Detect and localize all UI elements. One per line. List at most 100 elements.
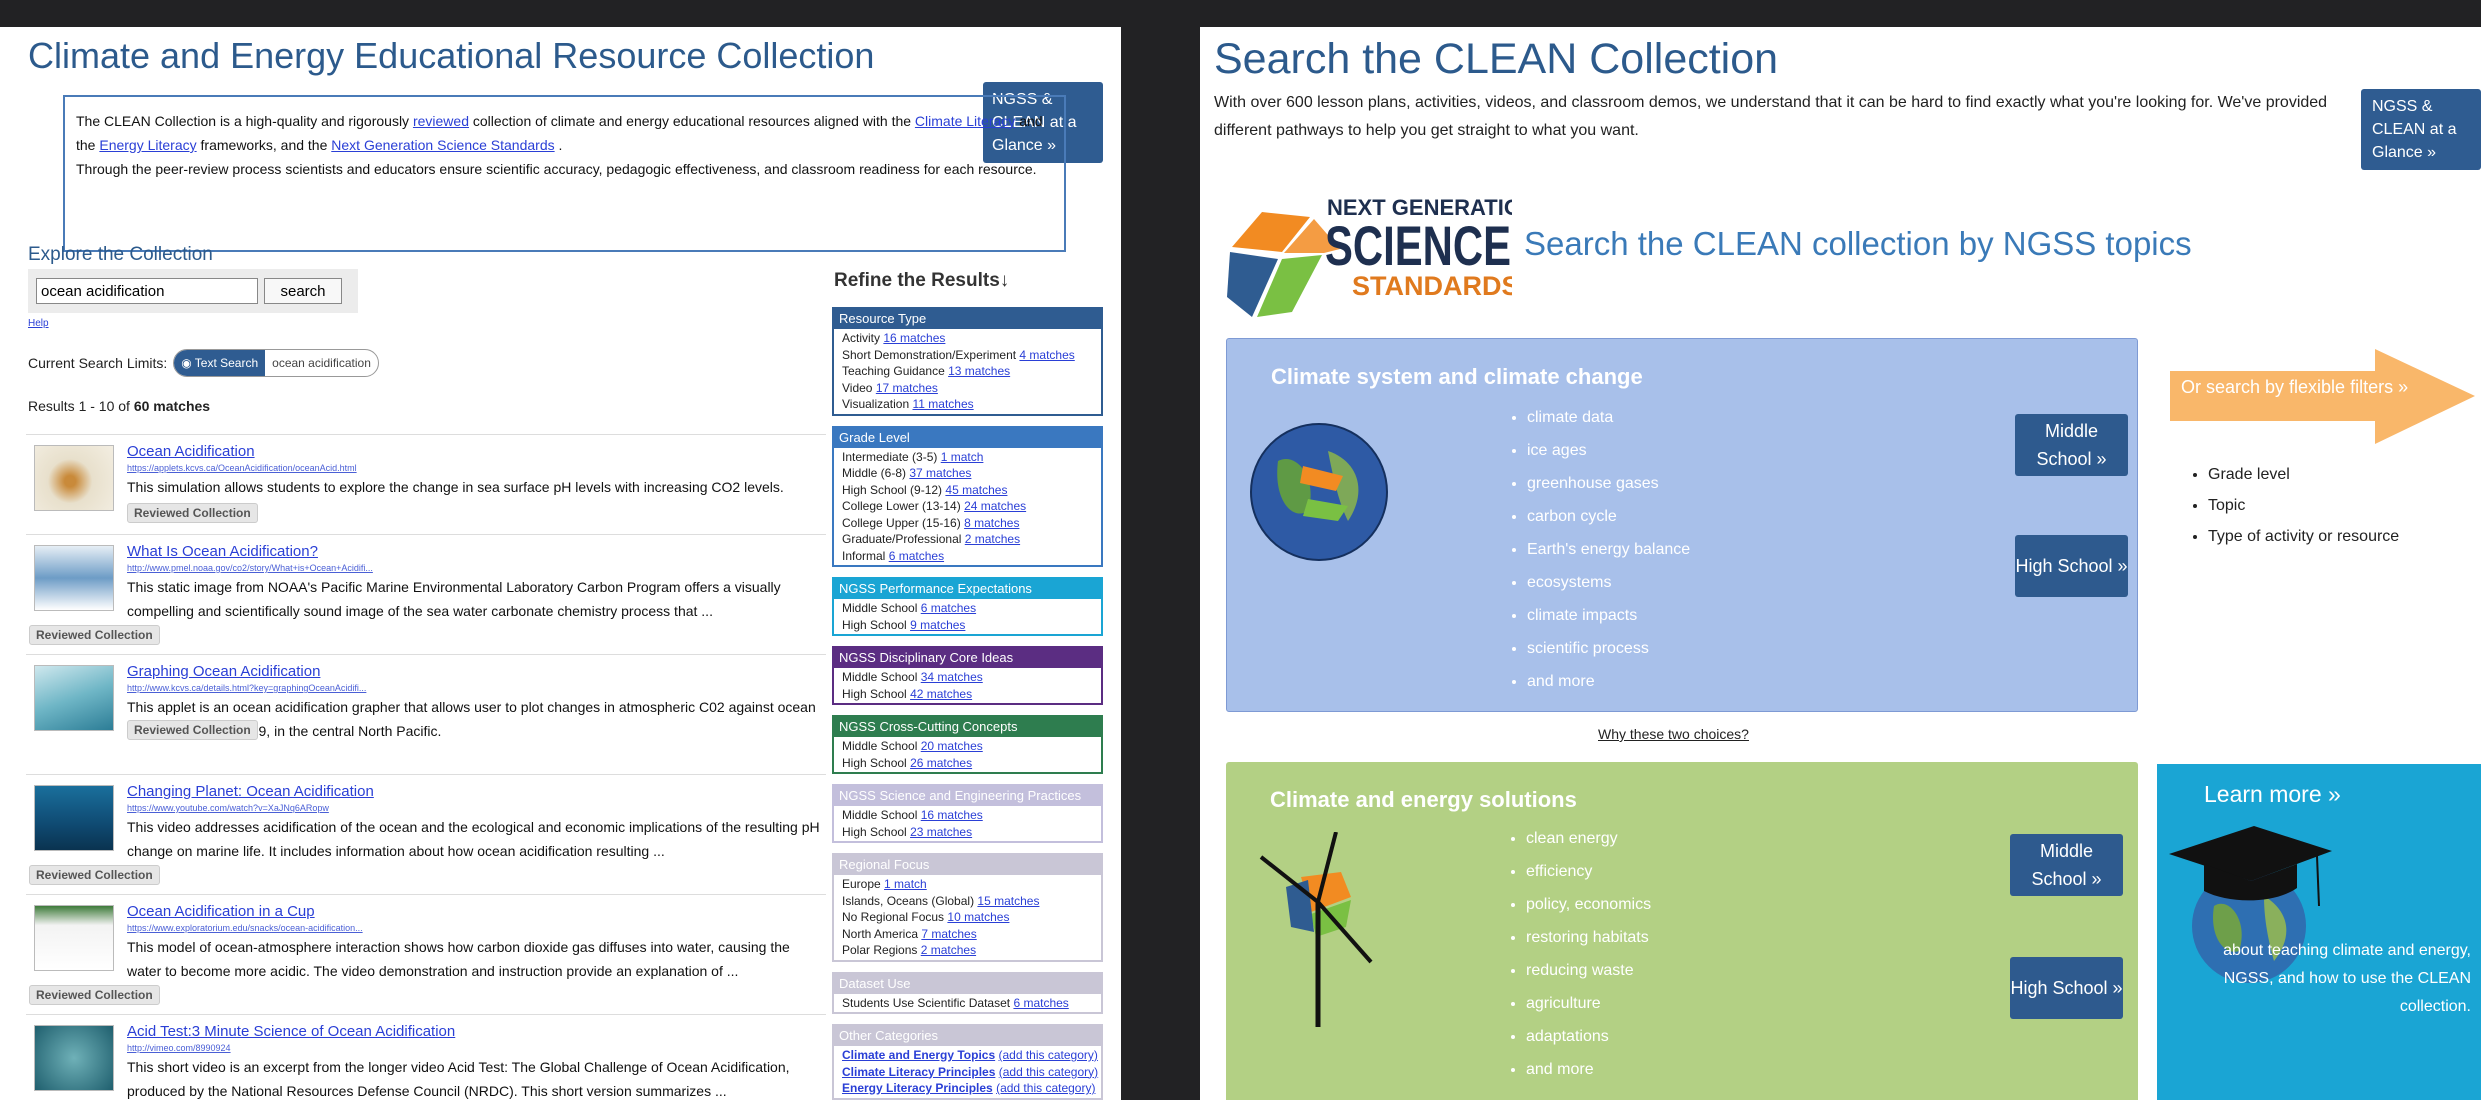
result-item: Graphing Ocean Acidification http://www.… <box>26 654 826 774</box>
radio-icon: ◉ <box>181 356 192 370</box>
result-title[interactable]: Acid Test:3 Minute Science of Ocean Acid… <box>127 1023 455 1040</box>
facet-match-link[interactable]: 17 matches <box>876 381 938 395</box>
intro-text: Through the peer-review process scientis… <box>76 161 1037 177</box>
facet-match-link[interactable]: 42 matches <box>910 687 972 701</box>
result-description: This model of ocean-atmosphere interacti… <box>127 939 790 979</box>
facet-item: No Regional Focus 10 matches <box>842 910 1010 924</box>
result-url[interactable]: http://vimeo.com/8990924 <box>127 1043 231 1053</box>
result-thumbnail[interactable] <box>34 785 114 851</box>
facet-group: Resource Type Activity 16 matches Short De… <box>832 307 1103 416</box>
facet-match-link[interactable]: 15 matches <box>977 894 1039 908</box>
list-item: policy, economics <box>1526 888 1651 921</box>
facet-match-link[interactable]: (add this category) <box>999 1065 1098 1079</box>
facet-match-link[interactable]: 26 matches <box>910 756 972 770</box>
facet-match-link[interactable]: 10 matches <box>947 910 1009 924</box>
search-limit-chip[interactable]: ◉ Text Search ocean acidification <box>173 349 379 377</box>
list-item: agriculture <box>1526 987 1651 1020</box>
result-url[interactable]: https://applets.kcvs.ca/OceanAcidificati… <box>127 463 357 473</box>
facet-match-link[interactable]: (add this category) <box>996 1081 1095 1095</box>
facet-match-link[interactable]: 24 matches <box>964 499 1026 513</box>
middle-school-button[interactable]: Middle School » <box>2010 834 2123 896</box>
high-school-button[interactable]: High School » <box>2015 535 2128 597</box>
collection-panel: Climate and Energy Educational Resource … <box>0 27 1121 1100</box>
facet-match-link[interactable]: 34 matches <box>921 670 983 684</box>
list-item: Type of activity or resource <box>2208 521 2399 552</box>
facet-item: High School 9 matches <box>842 617 966 632</box>
facet-match-link[interactable]: 6 matches <box>921 601 976 615</box>
list-item: Grade level <box>2208 459 2399 490</box>
facet-match-link[interactable]: 2 matches <box>921 943 976 957</box>
result-thumbnail[interactable] <box>34 445 114 511</box>
facet-match-link[interactable]: 8 matches <box>964 516 1019 530</box>
result-title[interactable]: Graphing Ocean Acidification <box>127 663 320 680</box>
result-item: What Is Ocean Acidification? http://www.… <box>26 534 826 654</box>
ngss-logo: NEXT GENERATION SCIENCE STANDARDS <box>1227 195 1512 317</box>
list-item: climate impacts <box>1527 599 1690 632</box>
facet-match-link[interactable]: 23 matches <box>910 825 972 839</box>
result-thumbnail[interactable] <box>34 545 114 611</box>
flexible-filters-label[interactable]: Or search by flexible filters » <box>2181 377 2441 398</box>
result-thumbnail[interactable] <box>34 1025 114 1091</box>
results-count: Results 1 - 10 of 60 matches <box>28 398 211 414</box>
facet-match-link[interactable]: 16 matches <box>921 808 983 822</box>
facet-group: NGSS Science and Engineering Practices Mi… <box>832 784 1103 843</box>
ngss-glance-button[interactable]: NGSS & CLEAN at a Glance » <box>2361 89 2481 170</box>
why-two-choices-link[interactable]: Why these two choices? <box>1598 726 1749 742</box>
result-url[interactable]: http://www.pmel.noaa.gov/co2/story/What+… <box>127 563 373 573</box>
facet-match-link[interactable]: 37 matches <box>909 466 971 480</box>
facet-group: NGSS Cross-Cutting Concepts Middle School… <box>832 715 1103 774</box>
facet-match-link[interactable]: 6 matches <box>889 549 944 563</box>
climate-literacy-link[interactable]: Climate Literacy <box>915 113 1015 129</box>
list-item: climate data <box>1527 401 1690 434</box>
result-url[interactable]: http://www.kcvs.ca/details.html?key=grap… <box>127 683 366 693</box>
facet-item: High School 23 matches <box>842 824 973 839</box>
list-item: scientific process <box>1527 632 1690 665</box>
ngss-link[interactable]: Next Generation Science Standards <box>331 137 554 153</box>
search-input[interactable] <box>36 278 258 304</box>
facet-group: NGSS Disciplinary Core Ideas Middle Schoo… <box>832 646 1103 705</box>
result-title[interactable]: Ocean Acidification in a Cup <box>127 903 315 920</box>
facet-item: High School (9-12) 45 matches <box>842 482 1008 497</box>
facet-match-link[interactable]: 4 matches <box>1019 348 1074 362</box>
facet-match-link[interactable]: (add this category) <box>999 1048 1098 1062</box>
facet-match-link[interactable]: 1 match <box>884 877 927 891</box>
help-link[interactable]: Help <box>28 318 49 329</box>
facet-match-link[interactable]: 11 matches <box>913 397 974 411</box>
facet-item: Middle (6-8) 37 matches <box>842 466 972 480</box>
reviewed-badge: Reviewed Collection <box>29 865 160 885</box>
reviewed-link[interactable]: reviewed <box>413 113 469 129</box>
high-school-button[interactable]: High School » <box>2010 957 2123 1019</box>
facet-match-link[interactable]: 13 matches <box>948 364 1010 378</box>
reviewed-badge: Reviewed Collection <box>127 720 258 740</box>
facet-match-link[interactable]: 1 match <box>941 450 984 464</box>
list-item: efficiency <box>1526 855 1651 888</box>
result-thumbnail[interactable] <box>34 905 114 971</box>
facet-match-link[interactable]: 20 matches <box>921 739 983 753</box>
result-url[interactable]: https://www.exploratorium.edu/snacks/oce… <box>127 923 363 933</box>
result-title[interactable]: Changing Planet: Ocean Acidification <box>127 783 374 800</box>
search-button[interactable]: search <box>264 278 342 304</box>
limits-label: Current Search Limits: <box>28 355 168 371</box>
result-title[interactable]: What Is Ocean Acidification? <box>127 543 318 560</box>
facet-item: Activity 16 matches <box>842 331 946 345</box>
facet-item: Video 17 matches <box>842 380 938 395</box>
facet-match-link[interactable]: 6 matches <box>1013 996 1068 1010</box>
earth-icon <box>1250 423 1388 561</box>
middle-school-button[interactable]: Middle School » <box>2015 414 2128 476</box>
facet-item: High School 42 matches <box>842 686 973 701</box>
facet-match-link[interactable]: 45 matches <box>945 483 1007 497</box>
energy-literacy-link[interactable]: Energy Literacy <box>99 137 196 153</box>
result-url[interactable]: https://www.youtube.com/watch?v=XaJNq6AR… <box>127 803 329 813</box>
facet-match-link[interactable]: 9 matches <box>910 618 965 632</box>
facet-match-link[interactable]: 2 matches <box>965 532 1020 546</box>
result-title[interactable]: Ocean Acidification <box>127 443 255 460</box>
facet-item: Energy Literacy Principles (add this cat… <box>842 1081 1096 1095</box>
facet-title: NGSS Disciplinary Core Ideas <box>834 648 1101 668</box>
learn-more-link[interactable]: Learn more » <box>2204 781 2341 808</box>
facet-match-link[interactable]: 16 matches <box>883 331 945 345</box>
topic-list: clean energy efficiency policy, economic… <box>1508 822 1651 1086</box>
facet-title: Other Categories <box>834 1026 1101 1046</box>
facet-match-link[interactable]: 7 matches <box>921 927 976 941</box>
result-thumbnail[interactable] <box>34 665 114 731</box>
list-item: ecosystems <box>1527 566 1690 599</box>
